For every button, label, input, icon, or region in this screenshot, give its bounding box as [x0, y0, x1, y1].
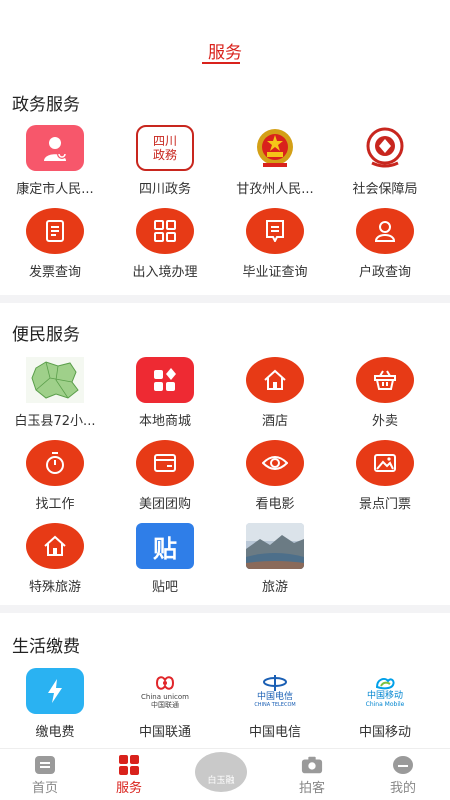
- title-underline: [202, 62, 240, 64]
- section-divider: [0, 605, 450, 613]
- service-baiyu-72h[interactable]: 白玉县72小...: [0, 357, 110, 429]
- nav-label: 服务: [115, 781, 142, 796]
- service-label: 看电影: [255, 497, 295, 512]
- service-hotel[interactable]: 酒店: [220, 357, 330, 429]
- nav-services[interactable]: 服务: [84, 749, 174, 800]
- service-label: 康定市人民...: [16, 182, 94, 197]
- service-label: 中国联通: [138, 725, 191, 740]
- section-title-government: 政务服务: [12, 95, 80, 115]
- payment-electricity[interactable]: 缴电费: [0, 668, 110, 740]
- service-label: 本地商城: [138, 414, 191, 429]
- top-bar: 服务: [0, 0, 450, 76]
- service-household[interactable]: 户政查询: [330, 208, 440, 280]
- service-label: 找工作: [35, 497, 75, 512]
- shop-grid-icon: [136, 357, 194, 403]
- camera-icon: [301, 755, 323, 775]
- mobile-cn-text: 中国移动: [366, 690, 403, 701]
- landscape-photo-icon: [246, 523, 304, 569]
- stopwatch-icon: [26, 440, 84, 486]
- sichuan-seal-icon: 四川政務: [136, 125, 194, 171]
- service-movies[interactable]: 看电影: [220, 440, 330, 512]
- payment-china-telecom[interactable]: 中国电信 CHINA TELECOM 中国电信: [220, 668, 330, 740]
- service-label: 户政查询: [358, 265, 411, 280]
- picture-icon: [356, 440, 414, 486]
- payment-china-mobile[interactable]: 中国移动 China Mobile 中国移动: [330, 668, 440, 740]
- eye-icon: [246, 440, 304, 486]
- service-diploma[interactable]: 毕业证查询: [220, 208, 330, 280]
- nav-label: 拍客: [298, 781, 325, 796]
- user-icon: [356, 208, 414, 254]
- home-doc-icon: [34, 755, 56, 775]
- telecom-cn-text: 中国电信: [256, 692, 293, 702]
- service-label: 景点门票: [358, 497, 411, 512]
- home-icon: [246, 357, 304, 403]
- national-emblem-icon: [246, 125, 304, 171]
- profile-icon: [392, 755, 414, 775]
- center-badge-button[interactable]: 白玉融: [195, 752, 247, 792]
- service-special-tourism[interactable]: 特殊旅游: [0, 523, 110, 595]
- center-badge-label: 白玉融: [207, 776, 235, 786]
- service-local-mall[interactable]: 本地商城: [110, 357, 220, 429]
- service-kangding[interactable]: 康定市人民...: [0, 125, 110, 197]
- certificate-icon: [246, 208, 304, 254]
- service-sichuan-gov[interactable]: 四川政務 四川政务: [110, 125, 220, 197]
- service-attraction-tickets[interactable]: 景点门票: [330, 440, 440, 512]
- service-travel[interactable]: 旅游: [220, 523, 330, 595]
- tieba-logo-text: 贴: [153, 534, 177, 563]
- lightning-icon: [26, 668, 84, 714]
- service-label: 社会保障局: [352, 182, 418, 197]
- service-label: 缴电费: [35, 725, 75, 740]
- china-mobile-logo-icon: 中国移动 China Mobile: [353, 668, 417, 714]
- page-title: 服务: [208, 43, 242, 63]
- service-label: 贴吧: [151, 580, 178, 595]
- service-label: 发票查询: [28, 265, 81, 280]
- grid-icon: [118, 755, 140, 775]
- service-label: 外卖: [371, 414, 398, 429]
- service-find-job[interactable]: 找工作: [0, 440, 110, 512]
- service-label: 特殊旅游: [28, 580, 81, 595]
- document-icon: [26, 208, 84, 254]
- nav-paike[interactable]: 拍客: [267, 749, 357, 800]
- service-label: 酒店: [261, 414, 288, 429]
- home-icon: [26, 523, 84, 569]
- china-unicom-logo-icon: China unicom 中国联通: [133, 668, 197, 714]
- china-telecom-logo-icon: 中国电信 CHINA TELECOM: [243, 668, 307, 714]
- service-label: 旅游: [261, 580, 288, 595]
- unicom-cn-text: 中国联通: [151, 701, 179, 709]
- service-label: 中国电信: [248, 725, 301, 740]
- unicom-en-text: China unicom: [141, 693, 189, 701]
- service-label: 毕业证查询: [242, 265, 308, 280]
- nav-label: 首页: [31, 781, 58, 796]
- nav-home[interactable]: 首页: [0, 749, 90, 800]
- service-ganzi[interactable]: 甘孜州人民...: [220, 125, 330, 197]
- service-social-security[interactable]: 社会保障局: [330, 125, 440, 197]
- card-icon: [136, 440, 194, 486]
- nav-mine[interactable]: 我的: [358, 749, 448, 800]
- service-exit-entry[interactable]: 出入境办理: [110, 208, 220, 280]
- payment-china-unicom[interactable]: China unicom 中国联通 中国联通: [110, 668, 220, 740]
- service-tieba[interactable]: 贴 贴吧: [110, 523, 220, 595]
- basket-icon: [356, 357, 414, 403]
- service-label: 白玉县72小...: [14, 414, 96, 429]
- sichuan-seal-text: 四川政務: [152, 134, 177, 162]
- service-takeaway[interactable]: 外卖: [330, 357, 440, 429]
- tieba-icon: 贴: [136, 523, 194, 569]
- service-label: 四川政务: [138, 182, 191, 197]
- social-security-emblem-icon: [356, 125, 414, 171]
- grid-icon: [136, 208, 194, 254]
- section-divider: [0, 295, 450, 303]
- service-label: 美团团购: [138, 497, 191, 512]
- service-label: 中国移动: [358, 725, 411, 740]
- service-invoice[interactable]: 发票查询: [0, 208, 110, 280]
- section-title-payments: 生活缴费: [12, 637, 80, 657]
- party-badge-icon: [26, 125, 84, 171]
- nav-label: 我的: [389, 781, 416, 796]
- service-meituan[interactable]: 美团团购: [110, 440, 220, 512]
- service-label: 出入境办理: [132, 265, 198, 280]
- telecom-en-text: CHINA TELECOM: [254, 702, 296, 708]
- section-title-convenience: 便民服务: [12, 325, 80, 345]
- service-label: 甘孜州人民...: [236, 182, 314, 197]
- county-map-icon: [26, 357, 84, 403]
- mobile-en-text: China Mobile: [365, 700, 405, 708]
